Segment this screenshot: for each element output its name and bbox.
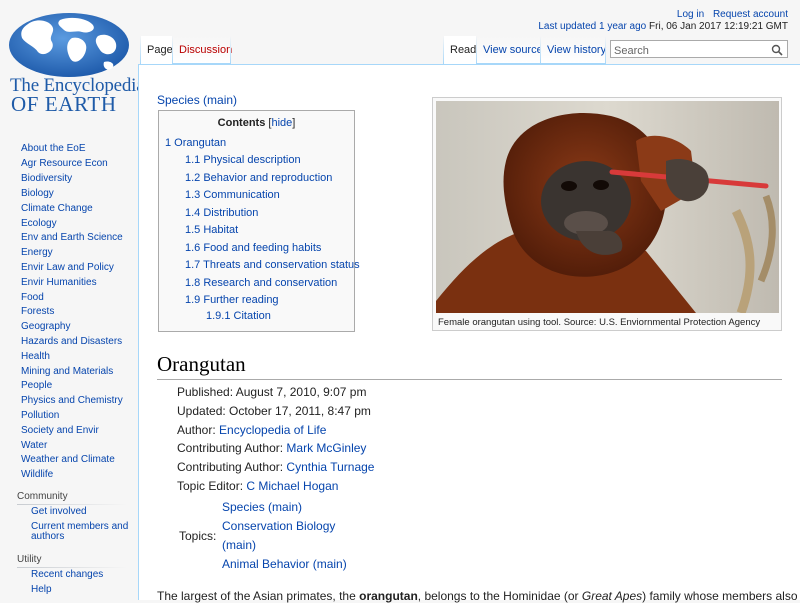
tab-discussion[interactable]: Discussion xyxy=(173,36,232,64)
tab-page[interactable]: Page xyxy=(141,36,173,64)
tab-read[interactable]: Read xyxy=(444,36,476,64)
sidebar-item-envir-humanities[interactable]: Envir Humanities xyxy=(21,277,97,288)
sidebar-item-get-involved[interactable]: Get involved xyxy=(31,507,131,517)
sidebar-item-wildlife[interactable]: Wildlife xyxy=(21,469,53,480)
toc-item[interactable]: 1.4 Distribution xyxy=(185,207,258,219)
sidebar-item-food[interactable]: Food xyxy=(21,292,44,303)
sidebar-item-recent-changes[interactable]: Recent changes xyxy=(31,570,131,580)
topic-editor-link[interactable]: C Michael Hogan xyxy=(246,479,338,493)
contributing-author-line: Contributing Author: Cynthia Turnage xyxy=(177,460,375,474)
toc-item[interactable]: 1.8 Research and conservation xyxy=(185,277,337,289)
toc-item[interactable]: 1.5 Habitat xyxy=(185,224,238,236)
sidebar-item-health[interactable]: Health xyxy=(21,351,50,362)
search-icon[interactable] xyxy=(771,43,783,56)
sidebar-item-society-envir[interactable]: Society and Envir xyxy=(21,425,99,436)
sidebar-item-water[interactable]: Water xyxy=(21,440,47,451)
topic-link-species[interactable]: Species (main) xyxy=(222,500,302,514)
sidebar-item-weather-climate[interactable]: Weather and Climate xyxy=(21,454,115,465)
contributing-author-link[interactable]: Cynthia Turnage xyxy=(286,460,374,474)
topic-link-conservation-biology[interactable]: (main) xyxy=(222,538,256,552)
toc-item[interactable]: 1.3 Communication xyxy=(185,189,280,201)
sidebar-item-agr-resource-econ[interactable]: Agr Resource Econ xyxy=(21,158,108,169)
toc-title: Contents [hide] xyxy=(217,117,296,129)
tab-view-source[interactable]: View source xyxy=(477,36,543,64)
tab-separator xyxy=(230,36,231,64)
toc-item[interactable]: 1.9 Further reading xyxy=(185,294,279,306)
author-link[interactable]: Encyclopedia of Life xyxy=(219,423,326,437)
sidebar-item-energy[interactable]: Energy xyxy=(21,247,53,258)
sidebar-item-geography[interactable]: Geography xyxy=(21,321,70,332)
last-updated-link[interactable]: Last updated 1 year ago xyxy=(538,21,646,32)
toc-hide-link[interactable]: hide xyxy=(271,117,292,129)
sidebar-item-climate-change[interactable]: Climate Change xyxy=(21,203,93,214)
orangutan-photo[interactable] xyxy=(436,101,779,315)
sidebar-item-pollution[interactable]: Pollution xyxy=(21,410,59,421)
author-line: Author: Encyclopedia of Life xyxy=(177,423,327,437)
page-title: Orangutan xyxy=(157,352,782,380)
tab-view-history[interactable]: View history xyxy=(541,36,606,64)
sidebar-item-env-earth-science[interactable]: Env and Earth Science xyxy=(21,232,123,243)
utility-heading: Utility xyxy=(17,554,42,565)
sidebar-item-envir-law-policy[interactable]: Envir Law and Policy xyxy=(21,262,114,273)
image-thumbnail: Female orangutan using tool. Source: U.S… xyxy=(432,97,782,331)
body-paragraph: The largest of the Asian primates, the o… xyxy=(157,589,797,603)
topic-editor-line: Topic Editor: C Michael Hogan xyxy=(177,479,339,493)
toc-item[interactable]: 1.6 Food and feeding habits xyxy=(185,242,321,254)
community-heading: Community xyxy=(17,491,68,502)
sidebar-item-people[interactable]: People xyxy=(21,380,52,391)
toc-item[interactable]: 1.9.1 Citation xyxy=(206,310,271,322)
tab-separator xyxy=(605,36,606,64)
globe-logo-icon xyxy=(8,12,130,83)
topic-link-animal-behavior[interactable]: Animal Behavior (main) xyxy=(222,557,347,571)
sidebar-item-current-members[interactable]: Current members and authors xyxy=(31,522,131,542)
table-of-contents: Contents [hide] 1 Orangutan 1.1 Physical… xyxy=(158,110,360,332)
updated-date: Updated: October 17, 2011, 8:47 pm xyxy=(177,404,371,418)
contributing-author-line: Contributing Author: Mark McGinley xyxy=(177,441,367,455)
published-date: Published: August 7, 2010, 9:07 pm xyxy=(177,385,367,399)
sidebar-item-hazards[interactable]: Hazards and Disasters xyxy=(21,336,122,347)
toc-item[interactable]: 1.7 Threats and conservation status xyxy=(185,259,360,271)
species-main-link[interactable]: Species (main) xyxy=(157,93,237,107)
sidebar-item-help[interactable]: Help xyxy=(31,585,131,595)
personal-tools: Log in Request account Last updated 1 ye… xyxy=(538,9,788,33)
logo-text-line2: OF EARTH xyxy=(11,92,117,116)
sidebar-item-biology[interactable]: Biology xyxy=(21,188,54,199)
toc-item[interactable]: 1 Orangutan xyxy=(165,137,226,149)
topic-link-conservation-biology[interactable]: Conservation Biology xyxy=(222,519,335,533)
last-updated-date: Fri, 06 Jan 2017 12:19:21 GMT xyxy=(649,21,788,32)
sidebar-item-biodiversity[interactable]: Biodiversity xyxy=(21,173,72,184)
sidebar-item-ecology[interactable]: Ecology xyxy=(21,218,57,229)
toc-item[interactable]: 1.1 Physical description xyxy=(185,154,301,166)
main-content: Species (main) Contents [hide] 1 Orangut… xyxy=(138,64,800,603)
site-logo[interactable]: The Encyclopedia OF EARTH xyxy=(0,0,145,120)
sidebar-item-forests[interactable]: Forests xyxy=(21,306,54,317)
sidebar-item-mining[interactable]: Mining and Materials xyxy=(21,366,113,377)
contributing-author-link[interactable]: Mark McGinley xyxy=(286,441,366,455)
search-box[interactable] xyxy=(610,40,788,58)
portal-divider xyxy=(17,504,127,505)
sidebar-item-about[interactable]: About the EoE xyxy=(21,143,86,154)
request-account-link[interactable]: Request account xyxy=(713,9,788,20)
search-input[interactable] xyxy=(614,44,764,58)
portal-divider xyxy=(17,567,127,568)
topics-label: Topics: xyxy=(179,529,217,543)
image-caption: Female orangutan using tool. Source: U.S… xyxy=(438,317,761,328)
toc-item[interactable]: 1.2 Behavior and reproduction xyxy=(185,172,332,184)
login-link[interactable]: Log in xyxy=(677,9,704,20)
sidebar-item-physics-chemistry[interactable]: Physics and Chemistry xyxy=(21,395,123,406)
